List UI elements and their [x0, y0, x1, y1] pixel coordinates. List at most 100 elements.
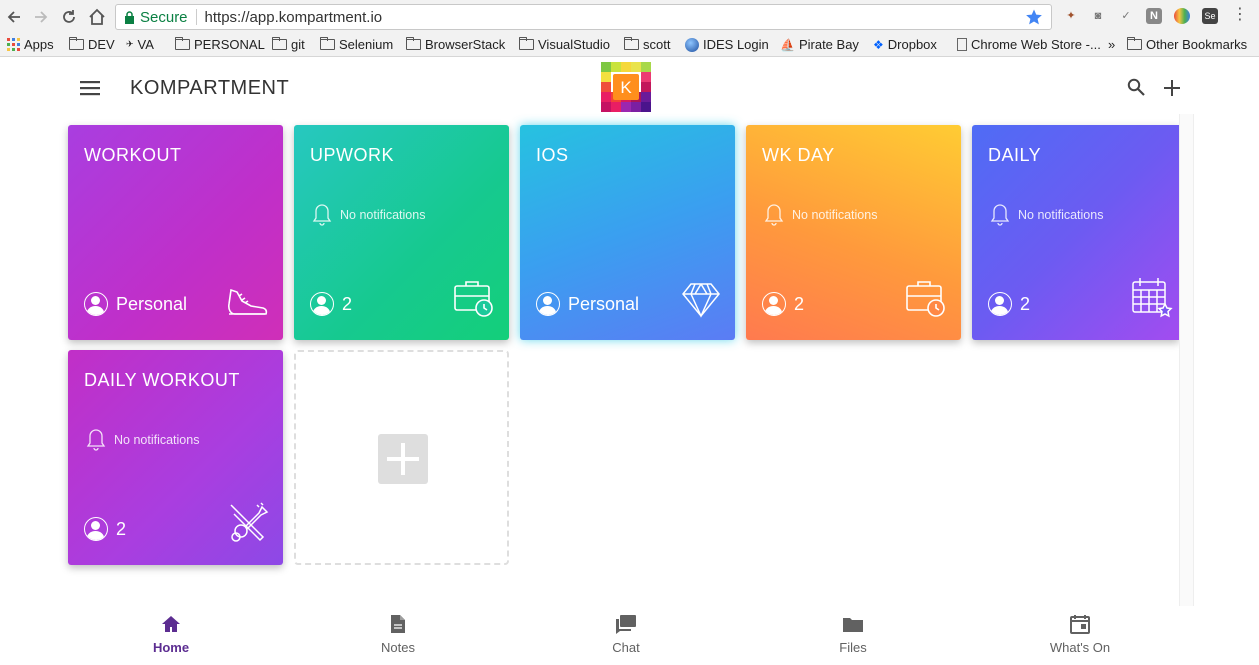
notification-status: No notifications — [312, 203, 425, 227]
folder-icon — [175, 37, 190, 50]
other-bookmarks[interactable]: Other Bookmarks — [1127, 37, 1247, 52]
nav-label: Notes — [381, 640, 415, 655]
bell-icon — [990, 204, 1010, 226]
user-icon — [84, 517, 108, 541]
bookmark-scott[interactable]: scott — [624, 37, 670, 52]
nav-label: Files — [839, 640, 867, 655]
bookmark-star-icon[interactable] — [1025, 8, 1043, 26]
bookmark-browserstack[interactable]: BrowserStack — [406, 37, 505, 52]
nav-label: Home — [152, 640, 190, 655]
add-icon[interactable] — [1162, 78, 1182, 98]
n-extension-icon[interactable]: N — [1146, 8, 1162, 24]
bookmarks-bar: Apps DEV ✈ VA PERSONAL git Selenium Brow… — [0, 34, 1259, 57]
folder-icon — [320, 37, 335, 50]
bookmark-apps[interactable]: Apps — [7, 37, 54, 52]
bookmark-label: Apps — [24, 37, 54, 52]
reload-button[interactable] — [58, 6, 80, 28]
home-outline-icon — [89, 8, 105, 25]
member-count: 2 — [116, 518, 127, 539]
bell-icon — [312, 204, 332, 226]
nav-whats-on[interactable]: What's On — [1020, 614, 1140, 655]
home-button[interactable] — [86, 6, 108, 28]
card-members: 2 — [84, 517, 126, 541]
bookmark-dev[interactable]: DEV — [69, 37, 115, 52]
extension-1-icon[interactable]: ✦ — [1063, 8, 1079, 24]
search-icon[interactable] — [1127, 78, 1145, 96]
nav-home[interactable]: Home — [111, 614, 231, 655]
page-icon — [957, 38, 967, 51]
tools-crossed-icon — [230, 502, 269, 542]
notification-text: No notifications — [114, 433, 200, 447]
card-title: DAILY — [988, 145, 1042, 165]
chrome-menu-icon[interactable]: ⋮ — [1232, 7, 1248, 24]
add-compartment-card[interactable] — [294, 350, 509, 565]
notification-text: No notifications — [340, 208, 426, 222]
logo-letter: K — [620, 78, 632, 97]
member-count: 2 — [342, 293, 353, 314]
bookmark-label: Dropbox — [887, 37, 937, 52]
bookmark-selenium[interactable]: Selenium — [320, 37, 393, 52]
compartment-card-daily[interactable]: DAILY No notifications 2 — [972, 125, 1179, 340]
address-divider — [195, 9, 197, 25]
compartment-card-ios[interactable]: IOS Personal — [520, 125, 735, 340]
bookmark-label: Selenium — [339, 37, 394, 52]
nav-label: What's On — [1049, 640, 1111, 655]
card-members: Personal — [84, 292, 187, 316]
folder-icon — [272, 37, 287, 50]
nav-files[interactable]: Files — [793, 614, 913, 655]
notes-icon — [391, 615, 405, 633]
bookmark-dropbox[interactable]: ❖ Dropbox — [873, 37, 937, 52]
user-icon — [536, 292, 560, 316]
folder-icon — [519, 37, 534, 50]
compartment-card-wk-day[interactable]: WK DAY No notifications 2 — [746, 125, 961, 340]
brand-title: KOMPARTMENT — [130, 77, 290, 99]
card-members: Personal — [536, 292, 639, 316]
overflow-chevron-icon: » — [1108, 37, 1116, 52]
selenium-extension-icon[interactable]: Se — [1202, 8, 1218, 24]
folder-icon — [406, 37, 421, 50]
calendar-star-icon — [1132, 278, 1173, 318]
bookmark-visualstudio[interactable]: VisualStudio — [519, 37, 610, 52]
extension-check-icon[interactable]: ✓ — [1118, 8, 1134, 24]
bookmark-label: VA — [137, 37, 154, 52]
compartment-card-workout[interactable]: WORKOUT Personal — [68, 125, 283, 340]
kompartment-logo[interactable]: K — [601, 62, 651, 112]
bookmark-label: PERSONAL — [194, 37, 265, 52]
folder-icon — [624, 37, 639, 50]
nav-chat[interactable]: Chat — [566, 614, 686, 655]
card-members: 2 — [762, 292, 804, 316]
address-bar[interactable]: Secure https://app.kompartment.io — [115, 4, 1052, 30]
nav-notes[interactable]: Notes — [338, 614, 458, 655]
back-arrow-icon — [7, 11, 20, 23]
url-text: https://app.kompartment.io — [204, 8, 383, 26]
bookmarks-overflow-button[interactable]: » — [1108, 37, 1115, 52]
compartment-card-daily-workout[interactable]: DAILY WORKOUT No notifications 2 — [68, 350, 283, 565]
forward-button[interactable] — [30, 6, 52, 28]
user-icon — [762, 292, 786, 316]
ship-icon: ⛵ — [780, 37, 795, 52]
compartment-card-upwork[interactable]: UPWORK No notifications 2 — [294, 125, 509, 340]
bookmark-ides-login[interactable]: IDES Login — [685, 37, 769, 52]
back-button[interactable] — [3, 6, 25, 28]
dropbox-icon: ❖ — [873, 37, 884, 52]
content-scrollbar[interactable] — [1179, 114, 1194, 606]
bookmark-chrome-web-store[interactable]: Chrome Web Store -... — [957, 37, 1101, 52]
bookmark-pirate-bay[interactable]: ⛵ Pirate Bay — [780, 37, 859, 52]
bookmark-git[interactable]: git — [272, 37, 305, 52]
briefcase-clock-icon — [454, 281, 493, 317]
chat-icon — [616, 615, 636, 634]
forward-arrow-icon — [35, 11, 48, 23]
lock-icon — [125, 11, 134, 24]
bookmark-personal[interactable]: PERSONAL — [175, 37, 265, 52]
camera-icon[interactable]: ◙ — [1090, 8, 1106, 24]
folder-icon — [843, 618, 863, 632]
user-icon — [988, 292, 1012, 316]
bookmark-va[interactable]: ✈ VA — [126, 37, 154, 52]
app-header: KOMPARTMENT K — [0, 58, 1259, 118]
calendar-icon — [1070, 615, 1090, 634]
secure-label: Secure — [140, 8, 188, 26]
bottom-navigation: Home Notes Chat Files What's On — [0, 606, 1259, 665]
color-extension-icon[interactable] — [1174, 8, 1190, 24]
card-title: WORKOUT — [84, 145, 182, 165]
hamburger-menu-icon[interactable] — [80, 80, 100, 96]
